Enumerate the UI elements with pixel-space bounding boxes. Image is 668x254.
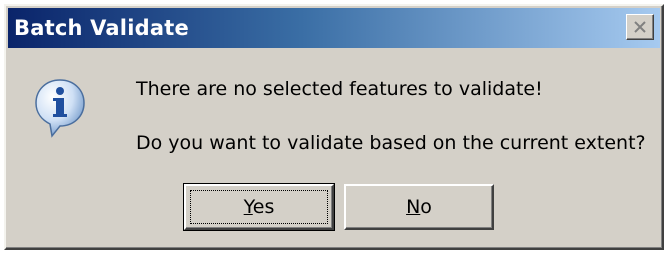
title-bar[interactable]: Batch Validate [8,8,660,48]
dialog-title: Batch Validate [14,16,189,40]
yes-button[interactable]: Yes [183,183,335,231]
no-button[interactable]: No [344,184,494,230]
batch-validate-dialog: Batch Validate There are no selected fea… [4,4,664,250]
message-line-2: Do you want to validate based on the cur… [136,132,646,154]
info-icon [35,79,85,138]
close-icon [634,21,646,33]
yes-button-label: Yes [243,196,275,218]
close-button[interactable] [626,14,654,40]
no-button-label: No [406,196,432,218]
dialog-body: There are no selected features to valida… [8,48,660,246]
message-line-1: There are no selected features to valida… [136,78,543,100]
